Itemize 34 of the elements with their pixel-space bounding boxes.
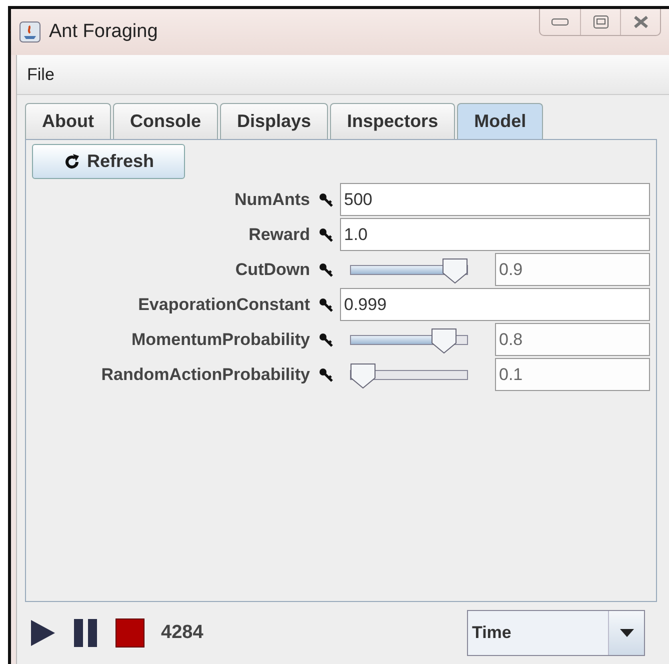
slider-thumb[interactable]	[430, 328, 457, 354]
step-counter: 4284	[161, 620, 204, 645]
stop-button[interactable]	[115, 618, 145, 648]
app-icon	[19, 21, 41, 43]
tab[interactable]: About	[25, 103, 111, 139]
time-dropdown[interactable]: Time	[467, 610, 645, 656]
maximize-icon	[592, 15, 608, 29]
property-label: MomentumProbability	[130, 328, 310, 351]
property-label: CutDown	[234, 258, 310, 281]
close-icon	[632, 15, 648, 29]
value-field[interactable]: 1.0	[340, 218, 650, 251]
property-label: NumAnts	[233, 188, 310, 211]
menu-item[interactable]: File	[27, 62, 54, 88]
property-label: Reward	[248, 224, 310, 246]
minimize-icon	[551, 18, 569, 26]
property-label: EvaporationConstant	[137, 294, 310, 316]
caret-icon	[620, 629, 634, 637]
slider-thumb[interactable]	[350, 362, 376, 388]
tab[interactable]: Displays	[220, 103, 328, 139]
slider-thumb[interactable]	[442, 258, 468, 284]
property-label: RandomActionProbability	[100, 364, 310, 386]
tab[interactable]: Inspectors	[330, 103, 456, 139]
value-field[interactable]: 0.999	[340, 288, 650, 321]
tab[interactable]: Model	[457, 103, 544, 139]
tab[interactable]: Console	[112, 103, 218, 139]
refresh-icon	[63, 152, 81, 170]
value-field[interactable]: 500	[340, 183, 650, 216]
play-button[interactable]	[29, 618, 57, 648]
value-field[interactable]: 0.1	[495, 358, 650, 391]
value-field[interactable]: 0.8	[495, 323, 650, 356]
refresh-button[interactable]: Refresh	[32, 144, 186, 179]
pause-button[interactable]	[73, 618, 99, 648]
window-title: Ant Foraging	[49, 20, 158, 44]
value-field[interactable]: 0.9	[495, 253, 650, 286]
